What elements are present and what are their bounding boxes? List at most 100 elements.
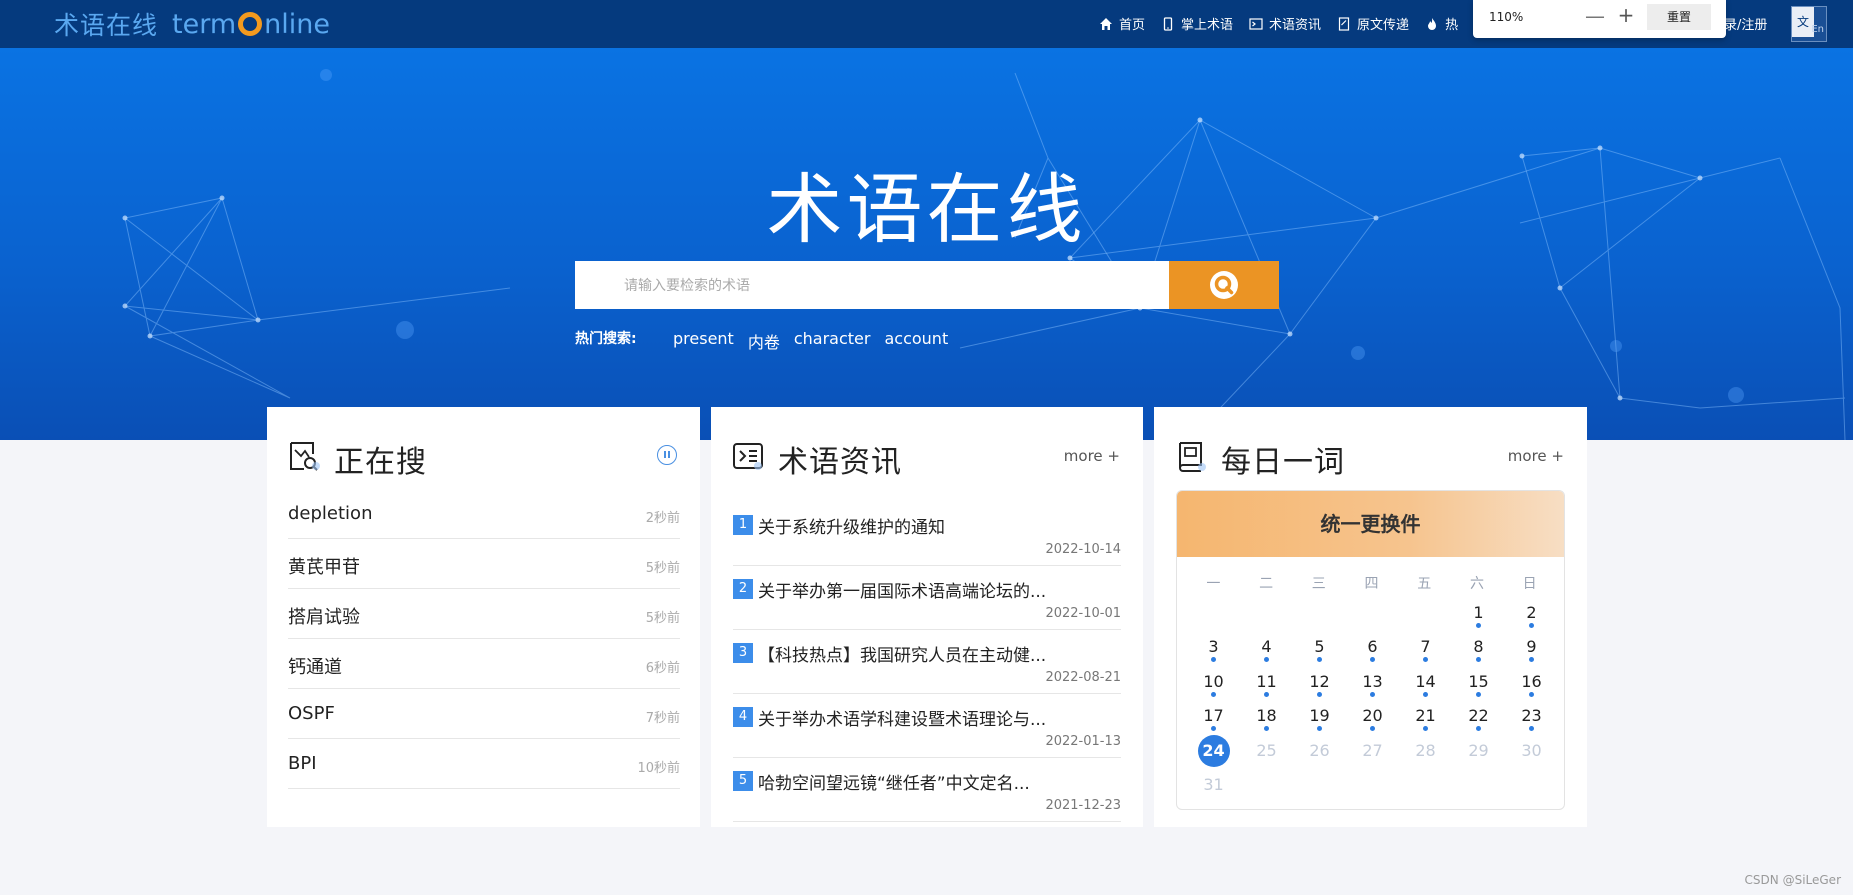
language-toggle[interactable]: 文 En bbox=[1791, 6, 1827, 42]
word-available-dot bbox=[1211, 657, 1216, 663]
calendar-day-number: 4 bbox=[1261, 637, 1272, 657]
calendar-day[interactable]: 26 bbox=[1293, 741, 1346, 773]
search-document-icon bbox=[290, 442, 320, 471]
calendar-day[interactable]: 22 bbox=[1452, 706, 1505, 738]
hot-search-term[interactable]: character bbox=[794, 329, 871, 353]
search-icon bbox=[1210, 271, 1238, 299]
word-available-dot bbox=[1317, 657, 1322, 663]
news-number: 4 bbox=[733, 707, 753, 727]
term-search-input[interactable] bbox=[575, 261, 1169, 309]
daily-calendar: 统一更换件 一 二 三 四 五 六 日 1 2 3 4 5 6 7 8 9 10 11 12 13 14 1… bbox=[1176, 490, 1565, 810]
word-available-dot bbox=[1370, 657, 1375, 663]
calendar-day[interactable]: 12 bbox=[1293, 672, 1346, 704]
calendar-day[interactable]: 29 bbox=[1452, 741, 1505, 773]
calendar-day[interactable]: 16 bbox=[1505, 672, 1558, 704]
calendar-day-number: 25 bbox=[1256, 740, 1277, 760]
nav-mobile-terms[interactable]: 掌上术语 bbox=[1161, 14, 1233, 33]
site-logo[interactable]: 术语在线 term nline bbox=[54, 8, 330, 41]
calendar-day[interactable]: 14 bbox=[1399, 672, 1452, 704]
calendar-day-number: 9 bbox=[1526, 637, 1537, 657]
calendar-day[interactable]: 23 bbox=[1505, 706, 1558, 738]
weekday-label: 日 bbox=[1522, 576, 1537, 592]
calendar-day[interactable]: 13 bbox=[1346, 672, 1399, 704]
daily-more-link[interactable]: more + bbox=[1508, 447, 1564, 465]
calendar-day[interactable]: 31 bbox=[1187, 775, 1240, 807]
calendar-day[interactable]: 17 bbox=[1187, 706, 1240, 738]
searching-row[interactable]: 黄芪甲苷 5秒前 bbox=[288, 539, 680, 589]
calendar-header[interactable]: 统一更换件 bbox=[1177, 491, 1564, 557]
calendar-day[interactable]: 2 bbox=[1505, 603, 1558, 635]
calendar-day[interactable]: 3 bbox=[1187, 637, 1240, 669]
calendar-day[interactable]: 19 bbox=[1293, 706, 1346, 738]
searching-row[interactable]: depletion 2秒前 bbox=[288, 489, 680, 539]
calendar-day[interactable]: 11 bbox=[1240, 672, 1293, 704]
hero-title: 术语在线 bbox=[766, 165, 1087, 254]
calendar-day[interactable]: 1 bbox=[1452, 603, 1505, 635]
login-register-link[interactable]: 录/注册 bbox=[1724, 14, 1767, 33]
nav-term-news[interactable]: 术语资讯 bbox=[1249, 14, 1321, 33]
hot-search-term[interactable]: account bbox=[884, 329, 948, 353]
news-item[interactable]: 2 关于举办第一届国际术语高端论坛的... 2022-10-01 bbox=[733, 566, 1121, 630]
calendar-day[interactable]: 7 bbox=[1399, 637, 1452, 669]
searching-row[interactable]: 钙通道 6秒前 bbox=[288, 639, 680, 689]
nav-hot[interactable]: 热 bbox=[1425, 14, 1458, 33]
hot-search-term[interactable]: present bbox=[673, 329, 734, 353]
news-date: 2021-12-23 bbox=[1045, 798, 1121, 813]
calendar-day[interactable]: 25 bbox=[1240, 741, 1293, 773]
calendar-day[interactable]: 18 bbox=[1240, 706, 1293, 738]
calendar-day-number: 10 bbox=[1203, 671, 1224, 691]
calendar-day-today[interactable]: 24 bbox=[1187, 734, 1240, 773]
calendar-weekdays: 一 二 三 四 五 六 日 bbox=[1187, 573, 1556, 593]
news-item[interactable]: 1 关于系统升级维护的通知 2022-10-14 bbox=[733, 502, 1121, 566]
calendar-day[interactable]: 27 bbox=[1346, 741, 1399, 773]
logo-en-left: term bbox=[172, 8, 237, 40]
word-available-dot bbox=[1529, 726, 1534, 732]
news-date: 2022-08-21 bbox=[1045, 670, 1121, 685]
main-nav: 首页 掌上术语 术语资讯 原文传递 热 bbox=[1099, 14, 1458, 33]
nav-home[interactable]: 首页 bbox=[1099, 14, 1145, 33]
calendar-day-number: 16 bbox=[1521, 671, 1542, 691]
calendar-day-number: 7 bbox=[1420, 637, 1431, 657]
news-item[interactable]: 3 【科技热点】我国研究人员在主动健... 2022-08-21 bbox=[733, 630, 1121, 694]
zoom-in-button[interactable]: + bbox=[1614, 3, 1638, 27]
news-item[interactable]: 4 关于举办术语学科建设暨术语理论与... 2022-01-13 bbox=[733, 694, 1121, 758]
word-available-dot bbox=[1476, 691, 1481, 697]
hot-search-term[interactable]: 内卷 bbox=[748, 329, 780, 353]
zoom-out-button[interactable]: — bbox=[1583, 4, 1607, 28]
news-date: 2022-10-01 bbox=[1045, 606, 1121, 621]
weekday-label: 六 bbox=[1469, 576, 1484, 592]
calendar-day-number: 30 bbox=[1521, 740, 1542, 760]
calendar-day[interactable]: 4 bbox=[1240, 637, 1293, 669]
calendar-day[interactable]: 8 bbox=[1452, 637, 1505, 669]
calendar-day[interactable]: 20 bbox=[1346, 706, 1399, 738]
word-available-dot bbox=[1370, 691, 1375, 697]
word-available-dot bbox=[1370, 726, 1375, 732]
searching-row[interactable]: 搭肩试验 5秒前 bbox=[288, 589, 680, 639]
word-available-dot bbox=[1317, 691, 1322, 697]
calendar-day[interactable]: 10 bbox=[1187, 672, 1240, 704]
nav-home-label: 首页 bbox=[1119, 18, 1146, 33]
calendar-day[interactable]: 30 bbox=[1505, 741, 1558, 773]
calendar-day[interactable]: 15 bbox=[1452, 672, 1505, 704]
calendar-day-number: 19 bbox=[1309, 706, 1330, 726]
calendar-day[interactable]: 28 bbox=[1399, 741, 1452, 773]
search-button[interactable] bbox=[1169, 261, 1279, 309]
news-title: 关于举办术语学科建设暨术语理论与... bbox=[758, 710, 1047, 730]
searching-term: depletion bbox=[288, 503, 373, 524]
nav-document-delivery-label: 原文传递 bbox=[1357, 18, 1410, 33]
pause-icon[interactable] bbox=[657, 445, 677, 465]
searching-row[interactable]: BPI 10秒前 bbox=[288, 739, 680, 789]
calendar-day[interactable]: 9 bbox=[1505, 637, 1558, 669]
calendar-day-number: 8 bbox=[1473, 637, 1484, 657]
news-item[interactable]: 5 哈勃空间望远镜“继任者”中文定名... 2021-12-23 bbox=[733, 758, 1121, 822]
calendar-day-number: 18 bbox=[1256, 706, 1277, 726]
calendar-day-number: 6 bbox=[1367, 637, 1378, 657]
calendar-day-number: 17 bbox=[1203, 706, 1224, 726]
zoom-reset-button[interactable]: 重置 bbox=[1647, 4, 1711, 30]
searching-row[interactable]: OSPF 7秒前 bbox=[288, 689, 680, 739]
news-more-link[interactable]: more + bbox=[1064, 447, 1120, 465]
nav-document-delivery[interactable]: 原文传递 bbox=[1337, 14, 1409, 33]
calendar-day[interactable]: 5 bbox=[1293, 637, 1346, 669]
calendar-day[interactable]: 6 bbox=[1346, 637, 1399, 669]
calendar-day[interactable]: 21 bbox=[1399, 706, 1452, 738]
